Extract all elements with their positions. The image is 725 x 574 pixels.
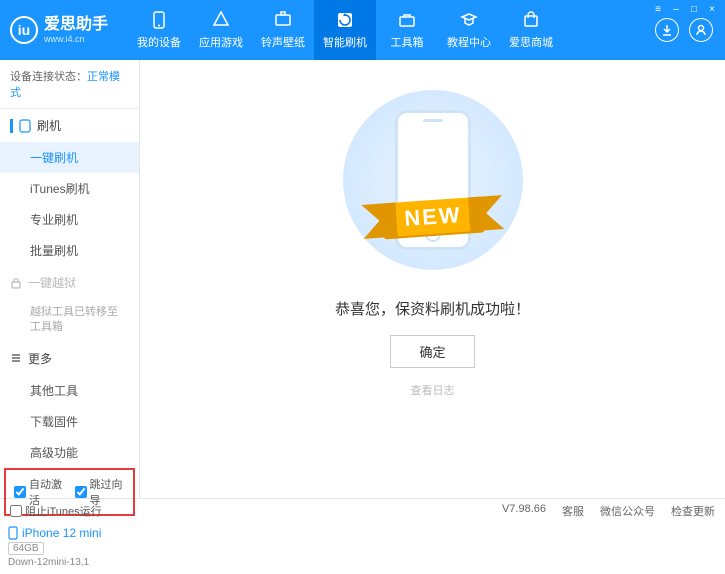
footer-right: V7.98.66 客服 微信公众号 检查更新 xyxy=(502,503,715,519)
main: 设备连接状态：正常模式 刷机 一键刷机 iTunes刷机 专业刷机 批量刷机 一… xyxy=(0,60,725,498)
titlebar-right xyxy=(655,18,713,42)
sidebar-item-pro[interactable]: 专业刷机 xyxy=(0,204,139,235)
footer-link-update[interactable]: 检查更新 xyxy=(671,503,715,519)
checkbox-block-itunes[interactable]: 阻止iTunes运行 xyxy=(10,503,102,519)
menu-button[interactable]: ≡ xyxy=(651,4,665,15)
success-message: 恭喜您，保资料刷机成功啦！ xyxy=(335,298,530,319)
main-nav: 我的设备 应用游戏 铃声壁纸 智能刷机 工具箱 教程中心 爱思商城 xyxy=(128,0,562,60)
nav-label: 工具箱 xyxy=(391,34,424,50)
sidebar: 设备连接状态：正常模式 刷机 一键刷机 iTunes刷机 专业刷机 批量刷机 一… xyxy=(0,60,140,498)
sidebar-item-download-fw[interactable]: 下载固件 xyxy=(0,406,139,437)
window-controls: ≡ – □ × xyxy=(651,4,719,15)
sidebar-item-advanced[interactable]: 高级功能 xyxy=(0,437,139,468)
nav-label: 爱思商城 xyxy=(509,34,553,50)
nav-apps[interactable]: 应用游戏 xyxy=(190,0,252,60)
minimize-button[interactable]: – xyxy=(669,4,683,15)
section-title: 更多 xyxy=(28,350,52,367)
section-flash: 刷机 一键刷机 iTunes刷机 专业刷机 批量刷机 xyxy=(0,109,139,266)
jailbreak-note: 越狱工具已转移至 工具箱 xyxy=(0,299,139,342)
section-head-more[interactable]: 更多 xyxy=(0,342,139,375)
section-title: 一键越狱 xyxy=(28,274,76,291)
nav-label: 应用游戏 xyxy=(199,34,243,50)
footer-link-support[interactable]: 客服 xyxy=(562,503,584,519)
nav-label: 教程中心 xyxy=(447,34,491,50)
connection-status: 设备连接状态：正常模式 xyxy=(0,60,139,109)
section-title: 刷机 xyxy=(37,117,61,134)
section-more: 更多 其他工具 下载固件 高级功能 xyxy=(0,342,139,468)
sidebar-bottom: 自动激活 跳过向导 iPhone 12 mini 64GB Down-12min… xyxy=(0,468,139,574)
version-label: V7.98.66 xyxy=(502,503,546,519)
toolbox-icon xyxy=(397,10,417,30)
phone-icon xyxy=(8,526,18,540)
accent-bar xyxy=(10,119,13,133)
close-button[interactable]: × xyxy=(705,4,719,15)
list-icon xyxy=(10,352,22,364)
apps-icon xyxy=(211,10,231,30)
section-jailbreak: 一键越狱 越狱工具已转移至 工具箱 xyxy=(0,266,139,342)
titlebar: ≡ – □ × iu 爱思助手 www.i4.cn 我的设备 应用游戏 铃声壁纸… xyxy=(0,0,725,60)
download-button[interactable] xyxy=(655,18,679,42)
footer-link-wechat[interactable]: 微信公众号 xyxy=(600,503,655,519)
logo-icon: iu xyxy=(10,16,38,44)
phone-icon xyxy=(19,119,31,133)
user-button[interactable] xyxy=(689,18,713,42)
section-head-jailbreak[interactable]: 一键越狱 xyxy=(0,266,139,299)
nav-label: 智能刷机 xyxy=(323,34,367,50)
status-label: 设备连接状态： xyxy=(10,71,87,83)
sidebar-item-batch[interactable]: 批量刷机 xyxy=(0,235,139,266)
section-head-flash[interactable]: 刷机 xyxy=(0,109,139,142)
device-firmware: Down-12mini-13,1 xyxy=(8,557,131,568)
content-area: NEW 恭喜您，保资料刷机成功啦！ 确定 查看日志 xyxy=(140,60,725,498)
nav-toolbox[interactable]: 工具箱 xyxy=(376,0,438,60)
nav-label: 我的设备 xyxy=(137,34,181,50)
new-banner: NEW xyxy=(381,197,484,238)
nav-my-device[interactable]: 我的设备 xyxy=(128,0,190,60)
sidebar-item-oneclick[interactable]: 一键刷机 xyxy=(0,142,139,173)
nav-flash[interactable]: 智能刷机 xyxy=(314,0,376,60)
nav-label: 铃声壁纸 xyxy=(261,34,305,50)
tutorial-icon xyxy=(459,10,479,30)
view-log-link[interactable]: 查看日志 xyxy=(411,382,455,398)
sidebar-item-other-tools[interactable]: 其他工具 xyxy=(0,375,139,406)
app-logo: iu 爱思助手 www.i4.cn xyxy=(10,16,108,44)
device-info[interactable]: iPhone 12 mini 64GB Down-12mini-13,1 xyxy=(0,522,139,574)
app-url: www.i4.cn xyxy=(44,34,108,44)
success-illustration: NEW xyxy=(323,90,543,270)
ringtone-icon xyxy=(273,10,293,30)
flash-icon xyxy=(335,10,355,30)
maximize-button[interactable]: □ xyxy=(687,4,701,15)
nav-ringtone[interactable]: 铃声壁纸 xyxy=(252,0,314,60)
sidebar-item-itunes[interactable]: iTunes刷机 xyxy=(0,173,139,204)
ok-button[interactable]: 确定 xyxy=(390,335,474,368)
store-icon xyxy=(521,10,541,30)
device-storage: 64GB xyxy=(8,542,44,555)
device-icon xyxy=(149,10,169,30)
lock-icon xyxy=(10,277,22,289)
nav-store[interactable]: 爱思商城 xyxy=(500,0,562,60)
device-name: iPhone 12 mini xyxy=(8,526,131,540)
nav-tutorial[interactable]: 教程中心 xyxy=(438,0,500,60)
app-name: 爱思助手 xyxy=(44,16,108,34)
